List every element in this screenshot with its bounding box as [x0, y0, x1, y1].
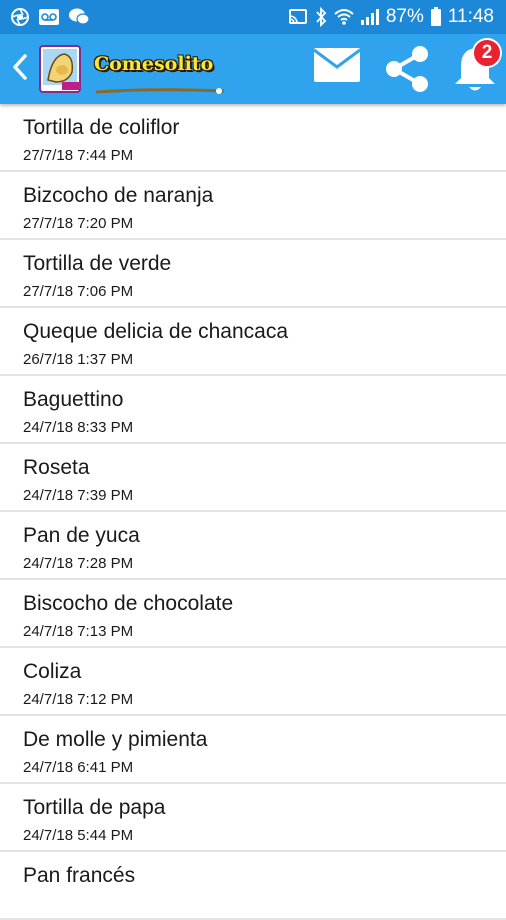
list-item[interactable]: Roseta 24/7/18 7:39 PM: [0, 444, 506, 512]
bluetooth-icon: [314, 7, 328, 27]
recipe-date: 24/7/18 8:33 PM: [23, 419, 134, 436]
list-item[interactable]: Pan de yuca 24/7/18 7:28 PM: [0, 512, 506, 580]
recipe-date: 24/7/18 7:39 PM: [23, 487, 134, 504]
recipe-date: 24/7/18 6:41 PM: [23, 759, 134, 776]
status-bar-notifications: [10, 7, 90, 27]
mail-button[interactable]: [312, 45, 362, 89]
status-bar: 87% 11:48: [0, 0, 506, 34]
recipe-title: Tortilla de verde: [23, 252, 172, 275]
status-bar-system: 87% 11:48: [288, 6, 494, 28]
list-item[interactable]: Tortilla de coliflor 27/7/18 7:44 PM: [0, 104, 506, 172]
recipe-title: De molle y pimienta: [23, 728, 208, 751]
recipe-title: Queque delicia de chancaca: [23, 320, 289, 343]
recipe-title: Biscocho de chocolate: [23, 592, 234, 615]
back-button[interactable]: [6, 51, 34, 87]
notification-badge: 2: [472, 38, 502, 68]
recipe-date: 27/7/18 7:20 PM: [23, 215, 134, 232]
list-item[interactable]: Biscocho de chocolate 24/7/18 7:13 PM: [0, 580, 506, 648]
recipe-title: Pan francés: [23, 864, 136, 887]
recipe-title: Tortilla de papa: [23, 796, 166, 819]
recipe-date: 24/7/18 7:13 PM: [23, 623, 134, 640]
battery-icon: [430, 7, 442, 27]
recipe-title: Coliza: [23, 660, 82, 683]
recipe-date: 27/7/18 7:44 PM: [23, 147, 134, 164]
list-item[interactable]: Queque delicia de chancaca 26/7/18 1:37 P…: [0, 308, 506, 376]
list-item[interactable]: Pan francés: [0, 852, 506, 920]
title-underline: [94, 84, 226, 94]
recipe-list: Tortilla de coliflor 27/7/18 7:44 PM Bizco…: [0, 104, 506, 920]
mail-icon: [312, 48, 362, 89]
share-icon: [382, 46, 432, 98]
list-item[interactable]: Coliza 24/7/18 7:12 PM: [0, 648, 506, 716]
recipe-title: Baguettino: [23, 388, 124, 411]
recipe-title: Tortilla de coliflor: [23, 116, 180, 139]
list-item[interactable]: Tortilla de verde 27/7/18 7:06 PM: [0, 240, 506, 308]
clock: 11:48: [447, 6, 494, 27]
voicemail-icon: [38, 8, 60, 26]
bell-icon: [449, 48, 501, 100]
signal-icon: [360, 8, 380, 26]
recipe-date: 24/7/18 7:12 PM: [23, 691, 134, 708]
app-logo: [38, 42, 84, 96]
list-item[interactable]: Tortilla de papa 24/7/18 5:44 PM: [0, 784, 506, 852]
recipe-date: 27/7/18 7:06 PM: [23, 283, 134, 300]
recipe-date: 24/7/18 5:44 PM: [23, 827, 134, 844]
recipe-title: Bizcocho de naranja: [23, 184, 214, 207]
cast-icon: [288, 8, 308, 26]
recipe-title: Pan de yuca: [23, 524, 140, 547]
app-title-text: Comesolito: [94, 53, 214, 75]
back-arrow-icon: [10, 52, 30, 87]
share-button[interactable]: [382, 44, 432, 94]
recipe-date: 24/7/18 7:28 PM: [23, 555, 134, 572]
battery-percent: 87%: [385, 6, 424, 27]
chat-icon: [68, 7, 90, 27]
list-item[interactable]: De molle y pimienta 24/7/18 6:41 PM: [0, 716, 506, 784]
recipe-date: 26/7/18 1:37 PM: [23, 351, 134, 368]
wifi-icon: [334, 8, 354, 26]
aperture-icon: [10, 7, 30, 27]
app-title: Comesolito: [94, 44, 226, 84]
list-item[interactable]: Bizcocho de naranja 27/7/18 7:20 PM: [0, 172, 506, 240]
list-item[interactable]: Baguettino 24/7/18 8:33 PM: [0, 376, 506, 444]
recipe-title: Roseta: [23, 456, 90, 479]
